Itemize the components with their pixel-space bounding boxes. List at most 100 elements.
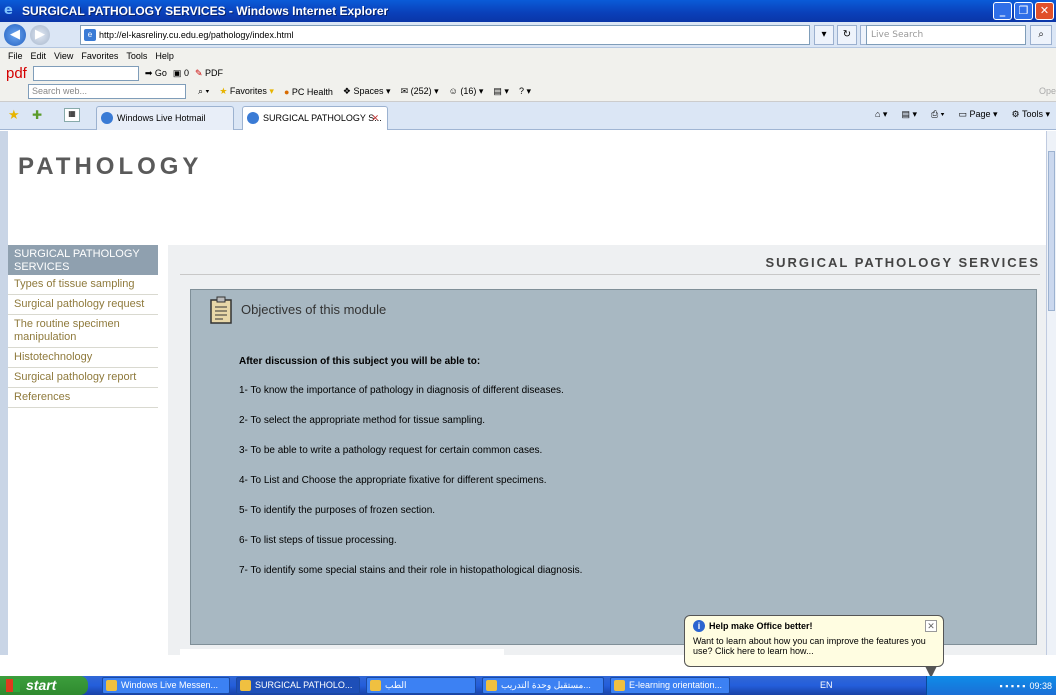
balloon-close-icon[interactable]: ✕ xyxy=(925,620,937,632)
quick-tabs-icon[interactable]: ▦ xyxy=(64,108,80,122)
contacts-button[interactable]: ☺ (16) ▾ xyxy=(449,86,484,97)
tab-row: ★ ✚ ▦ Windows Live Hotmail SURGICAL PATH… xyxy=(0,102,1056,130)
ie-logo-icon: e xyxy=(4,3,13,18)
pdf-button[interactable]: ✎ PDF xyxy=(195,68,223,79)
sidebar-item-surgical-pathology-request[interactable]: Surgical pathology request xyxy=(8,295,158,315)
pdf-toolbar: pdf ➡ Go ▣ 0 ✎ PDF xyxy=(0,64,1056,82)
go-button[interactable]: ➡ Go xyxy=(145,68,167,79)
counter-icon[interactable]: ▣ 0 xyxy=(173,68,189,79)
favorites-star-icon[interactable]: ★ xyxy=(8,108,20,123)
toolbar2-items: ⌕ ▾ ★ Favorites ▾ ● PC Health ❖ Spaces ▾… xyxy=(198,86,531,97)
start-button[interactable]: start xyxy=(0,676,88,695)
counter-value: 0 xyxy=(183,67,189,78)
taskbar-item-surgical-pathology[interactable]: SURGICAL PATHOLO... xyxy=(236,677,360,694)
tools-menu[interactable]: ⚙ Tools ▾ xyxy=(1012,109,1050,120)
messenger-icon xyxy=(106,680,117,691)
favorites-label: Favorites xyxy=(229,86,267,96)
tab-label: Windows Live Hotmail xyxy=(117,113,206,123)
sidebar-item-histotechnology[interactable]: Histotechnology xyxy=(8,348,158,368)
objective-item: 2- To select the appropriate method for … xyxy=(239,415,486,426)
balloon-title: Help make Office better! xyxy=(709,621,813,631)
taskbar-item-elearning[interactable]: E-learning orientation... xyxy=(610,677,730,694)
contacts-count: (16) xyxy=(460,86,477,96)
menu-file[interactable]: File xyxy=(8,51,23,61)
sidebar-item-active[interactable]: SURGICAL PATHOLOGY SERVICES xyxy=(8,245,158,275)
taskbar-item-label: مستقبل وحدة التدريب... xyxy=(501,680,591,690)
forward-button[interactable]: ▶ xyxy=(30,24,50,45)
sidebar-item-routine-specimen-manipulation[interactable]: The routine specimen manipulation xyxy=(8,315,158,348)
powerpoint-icon xyxy=(614,680,625,691)
clock[interactable]: 09:38 xyxy=(1029,681,1052,691)
tab-hotmail[interactable]: Windows Live Hotmail xyxy=(96,106,234,130)
folder-icon xyxy=(370,680,381,691)
page-menu-label: Page xyxy=(969,109,991,119)
search-icon[interactable]: ⌕ xyxy=(1030,25,1052,45)
sidebar-item-references[interactable]: References xyxy=(8,388,158,408)
page-icon: e xyxy=(84,29,96,41)
office-notification-balloon[interactable]: i Help make Office better! Want to learn… xyxy=(684,615,944,678)
dropdown-button[interactable]: ▾ xyxy=(814,25,834,45)
refresh-button[interactable]: ↻ xyxy=(837,25,857,45)
objectives-lead: After discussion of this subject you wil… xyxy=(239,356,481,367)
ie-page-icon xyxy=(247,112,259,124)
objective-item: 4- To List and Choose the appropriate fi… xyxy=(239,475,547,486)
close-tab-icon[interactable]: ✕ xyxy=(371,107,379,129)
menu-help[interactable]: Help xyxy=(155,51,174,61)
back-button[interactable]: ◀ xyxy=(4,23,26,46)
close-button[interactable]: ✕ xyxy=(1035,2,1054,20)
taskbar-item-folder-training[interactable]: مستقبل وحدة التدريب... xyxy=(482,677,604,694)
minimize-button[interactable]: _ xyxy=(993,2,1012,20)
menu-tools[interactable]: Tools xyxy=(126,51,147,61)
search-web-input[interactable]: Search web... xyxy=(28,84,186,99)
add-favorite-icon[interactable]: ✚ xyxy=(32,108,42,122)
restore-button[interactable]: ❐ xyxy=(1014,2,1033,20)
tab-surgical-pathology[interactable]: SURGICAL PATHOLOGY S... ✕ xyxy=(242,106,388,130)
vertical-scrollbar[interactable] xyxy=(1046,131,1056,655)
links-toolbar: Search web... ⌕ ▾ ★ Favorites ▾ ● PC Hea… xyxy=(0,82,1056,102)
sidebar: SURGICAL PATHOLOGY SERVICES Types of tis… xyxy=(8,245,158,408)
pdf-button-label: PDF xyxy=(205,67,223,78)
menu-view[interactable]: View xyxy=(54,51,73,61)
page-menu[interactable]: ▭ Page ▾ xyxy=(958,109,997,120)
sidebar-item-types-of-tissue-sampling[interactable]: Types of tissue sampling xyxy=(8,275,158,295)
taskbar-item-label: Windows Live Messen... xyxy=(121,680,219,690)
mail-button[interactable]: ✉ (252) ▾ xyxy=(401,86,439,97)
live-search-placeholder: Live Search xyxy=(871,30,924,40)
address-input[interactable]: e http://el-kasreliny.cu.edu.eg/patholog… xyxy=(80,25,810,45)
footer-box xyxy=(180,649,504,655)
menu-edit[interactable]: Edit xyxy=(31,51,47,61)
help-icon[interactable]: ? ▾ xyxy=(519,86,531,97)
live-search-input[interactable]: Live Search xyxy=(866,25,1026,45)
clipboard-icon xyxy=(210,296,232,324)
pdf-combo[interactable] xyxy=(32,65,139,81)
print-icon[interactable]: ⎙ ▾ xyxy=(931,109,944,120)
url-text: http://el-kasreliny.cu.edu.eg/pathology/… xyxy=(99,30,294,40)
scrollbar-thumb[interactable] xyxy=(1048,151,1055,311)
feeds-icon[interactable]: ▤ ▾ xyxy=(901,109,917,120)
search-web-placeholder: Search web... xyxy=(32,86,88,96)
spaces-button[interactable]: ❖ Spaces ▾ xyxy=(343,86,391,97)
toolbar-star-icon[interactable]: ★ Favorites ▾ xyxy=(219,86,274,97)
rss-icon[interactable]: ▤ ▾ xyxy=(493,86,509,97)
go-label: Go xyxy=(154,67,167,78)
address-row: ◀ ▶ e http://el-kasreliny.cu.edu.eg/path… xyxy=(0,22,1056,48)
search-icon[interactable]: ⌕ ▾ xyxy=(198,86,209,97)
objective-item: 3- To be able to write a pathology reque… xyxy=(239,445,543,456)
taskbar-item-label: SURGICAL PATHOLO... xyxy=(255,680,353,690)
menu-favorites[interactable]: Favorites xyxy=(81,51,118,61)
taskbar-item-label: الطب xyxy=(385,680,407,690)
sidebar-item-surgical-pathology-report[interactable]: Surgical pathology report xyxy=(8,368,158,388)
module-title: Objectives of this module xyxy=(241,302,387,317)
taskbar-item-messenger[interactable]: Windows Live Messen... xyxy=(102,677,230,694)
home-icon[interactable]: ⌂ ▾ xyxy=(875,109,887,120)
spaces-label: Spaces xyxy=(353,86,384,96)
pc-health-button[interactable]: ● PC Health xyxy=(284,87,333,97)
taskbar-item-folder-medicine[interactable]: الطب xyxy=(366,677,476,694)
tray-icons[interactable]: ▪ ▪ ▪ ▪ ▪ xyxy=(1000,681,1026,691)
ie-icon xyxy=(240,680,251,691)
pdf-logo[interactable]: pdf xyxy=(6,65,27,82)
balloon-text[interactable]: Want to learn about how you can improve … xyxy=(693,636,935,656)
folder-icon xyxy=(486,680,497,691)
language-indicator[interactable]: EN xyxy=(820,680,833,690)
tab-label: SURGICAL PATHOLOGY S... xyxy=(263,113,382,123)
